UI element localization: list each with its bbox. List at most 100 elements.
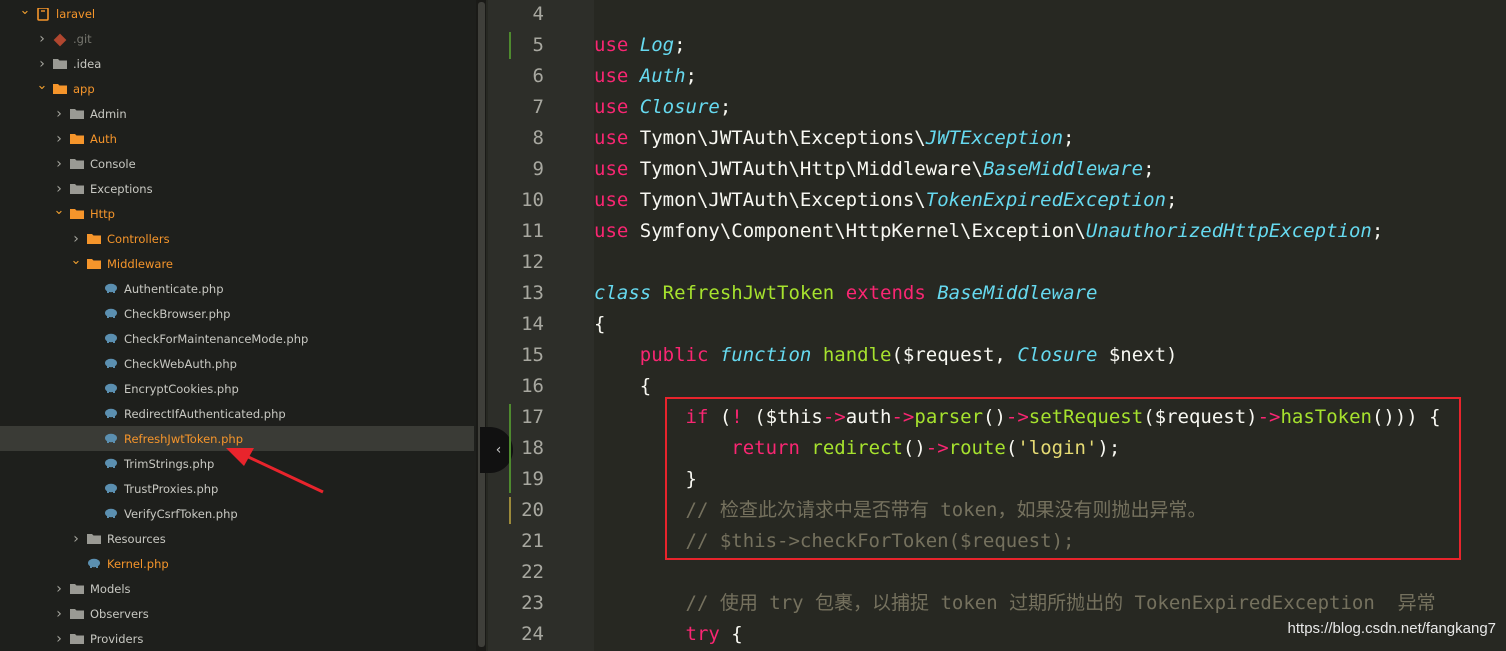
chevron-down-icon[interactable]: ⌄ [18, 3, 32, 18]
code-token: public [639, 344, 709, 366]
folder-icon [70, 208, 84, 219]
tree-item-label: .idea [73, 56, 102, 71]
highlight-annotation-box [665, 397, 1461, 560]
tree-folder-item[interactable]: ⌄ app [0, 76, 474, 101]
tree-folder-item[interactable]: › Auth [0, 126, 474, 151]
line-number: 24 [521, 623, 544, 645]
line-number: 18 [521, 437, 544, 459]
chevron-down-icon[interactable]: ⌄ [52, 203, 66, 218]
sidebar-scrollbar-thumb[interactable] [478, 2, 485, 647]
tree-file-item[interactable]: CheckForMaintenanceMode.php [0, 326, 474, 351]
code-token: Log [639, 34, 675, 56]
tree-folder-item[interactable]: ⌄ Middleware [0, 251, 474, 276]
line-number: 11 [521, 220, 544, 242]
code-token: ; [1143, 158, 1155, 180]
chevron-right-icon[interactable]: › [52, 106, 66, 122]
tree-folder-item[interactable]: › Controllers [0, 226, 474, 251]
tree-folder-item[interactable]: ⌄ Http [0, 201, 474, 226]
code-line[interactable]: use Tymon\JWTAuth\Exceptions\TokenExpire… [594, 185, 1177, 216]
tree-folder-item[interactable]: › .idea [0, 51, 474, 76]
code-token: ; [674, 34, 686, 56]
chevron-right-icon[interactable]: › [52, 606, 66, 622]
tree-folder-item[interactable]: › Resources [0, 526, 474, 551]
tree-folder-item[interactable]: › Console [0, 151, 474, 176]
tree-file-item[interactable]: Kernel.php [0, 551, 474, 576]
code-line[interactable]: use Closure; [594, 92, 731, 123]
chevron-right-icon[interactable]: › [69, 531, 83, 547]
code-token: ; [1165, 189, 1178, 211]
folder-icon [87, 533, 101, 544]
line-number: 19 [521, 468, 544, 490]
chevron-right-icon[interactable]: › [52, 131, 66, 147]
tree-file-item[interactable]: EncryptCookies.php [0, 376, 474, 401]
tree-file-item[interactable]: VerifyCsrfToken.php [0, 501, 474, 526]
chevron-right-icon[interactable]: › [69, 231, 83, 247]
tree-folder-item[interactable]: › .git [0, 26, 474, 51]
code-line[interactable]: public function handle($request, Closure… [594, 340, 1178, 371]
code-token: RefreshJwtToken [662, 282, 835, 304]
code-line[interactable]: // 使用 try 包裹，以捕捉 token 过期所抛出的 TokenExpir… [594, 588, 1436, 619]
chevron-right-icon[interactable]: › [52, 581, 66, 597]
folder-icon [70, 583, 84, 594]
php-elephant-icon [104, 383, 118, 395]
line-number: 10 [521, 189, 544, 211]
git-change-marker [509, 497, 511, 524]
chevron-right-icon[interactable]: › [52, 181, 66, 197]
code-token: use [594, 127, 629, 149]
tree-folder-item[interactable]: › Admin [0, 101, 474, 126]
line-number: 4 [532, 3, 544, 25]
tree-folder-item[interactable]: › Observers [0, 601, 474, 626]
chevron-down-icon[interactable]: ⌄ [69, 253, 83, 268]
chevron-down-icon[interactable]: ⌄ [35, 78, 49, 93]
code-line[interactable]: use Tymon\JWTAuth\Exceptions\JWTExceptio… [594, 123, 1074, 154]
code-token: handle [822, 344, 892, 366]
line-number: 6 [532, 65, 544, 87]
code-token: BaseMiddleware [982, 158, 1144, 180]
chevron-right-icon[interactable]: › [52, 631, 66, 647]
code-line[interactable]: try { [594, 619, 743, 650]
folder-icon [70, 108, 84, 119]
code-token: Auth [639, 65, 686, 87]
tree-item-label: Providers [90, 631, 144, 646]
line-number: 14 [521, 313, 544, 335]
code-line[interactable]: use Log; [594, 30, 686, 61]
chevron-right-icon[interactable]: › [35, 56, 49, 72]
code-line[interactable]: { [594, 371, 651, 402]
tree-item-label: VerifyCsrfToken.php [124, 506, 238, 521]
code-line[interactable]: { [594, 309, 605, 340]
code-line[interactable]: use Tymon\JWTAuth\Http\Middleware\BaseMi… [594, 154, 1155, 185]
tree-item-label: Controllers [107, 231, 170, 246]
tree-folder-item[interactable]: ⌄ laravel [0, 1, 474, 26]
tree-item-label: Models [90, 581, 131, 596]
tree-file-item[interactable]: CheckWebAuth.php [0, 351, 474, 376]
code-line[interactable]: use Symfony\Component\HttpKernel\Excepti… [594, 216, 1383, 247]
tree-item-label: Middleware [107, 256, 173, 271]
chevron-right-icon[interactable]: › [35, 31, 49, 47]
php-elephant-icon [104, 483, 118, 495]
code-line[interactable]: use Auth; [594, 61, 697, 92]
code-line[interactable]: class RefreshJwtToken extends BaseMiddle… [594, 278, 1097, 309]
code-token: use [594, 65, 629, 87]
chevron-right-icon[interactable]: › [52, 156, 66, 172]
code-token: Tymon\JWTAuth\Http\Middleware\ [628, 158, 983, 180]
line-number: 22 [521, 561, 544, 583]
tree-folder-item[interactable]: › Providers [0, 626, 474, 651]
tree-file-item[interactable]: CheckBrowser.php [0, 301, 474, 326]
tree-file-item[interactable]: Authenticate.php [0, 276, 474, 301]
tree-folder-item[interactable]: › Exceptions [0, 176, 474, 201]
php-elephant-icon [104, 358, 118, 370]
folder-icon [70, 608, 84, 619]
git-icon [53, 33, 67, 47]
tree-item-label: EncryptCookies.php [124, 381, 239, 396]
tree-file-item[interactable]: RedirectIfAuthenticated.php [0, 401, 474, 426]
tree-item-label: app [73, 81, 95, 96]
line-number: 9 [532, 158, 544, 180]
code-token: JWTException [925, 127, 1064, 149]
tree-folder-item[interactable]: › Models [0, 576, 474, 601]
code-token: BaseMiddleware [937, 282, 1098, 304]
